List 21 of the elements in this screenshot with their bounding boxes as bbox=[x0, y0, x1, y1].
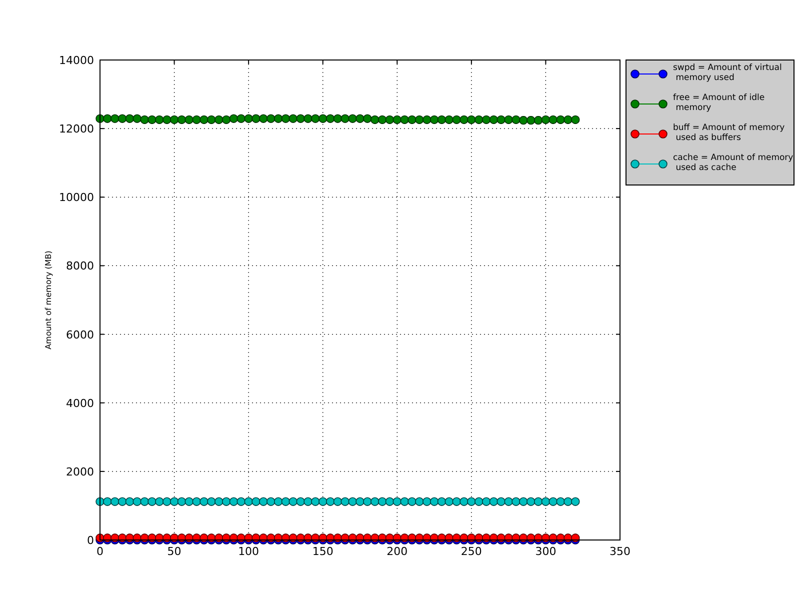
axis-label: Amount of memory (MB) bbox=[44, 250, 53, 350]
tick-label: 14000 bbox=[59, 54, 94, 67]
tick-label: 6000 bbox=[66, 328, 94, 342]
legend-label: cache = Amount of memory used as cache bbox=[673, 153, 794, 173]
tick-label: 150 bbox=[312, 545, 334, 558]
tick-label: 300 bbox=[535, 545, 556, 558]
tick-label: 8000 bbox=[66, 260, 94, 273]
tick-label: 12000 bbox=[59, 122, 94, 136]
tick-label: 200 bbox=[386, 545, 408, 558]
legend-label: buff = Amount of memory used as buffers bbox=[673, 123, 785, 143]
tick-label: 2000 bbox=[66, 465, 94, 478]
legend-label: swpd = Amount of virtual memory used bbox=[673, 63, 782, 83]
tick-label: 4000 bbox=[66, 396, 94, 410]
tick-label: 50 bbox=[167, 545, 182, 558]
tick-label: 0 bbox=[87, 534, 94, 547]
tick-label: 350 bbox=[610, 545, 630, 558]
legend-label: free = Amount of idle memory bbox=[673, 93, 765, 113]
tick-label: 10000 bbox=[59, 191, 94, 204]
tick-label: 100 bbox=[238, 545, 260, 558]
tick-label: 0 bbox=[96, 545, 104, 558]
tick-label: 250 bbox=[460, 545, 482, 558]
